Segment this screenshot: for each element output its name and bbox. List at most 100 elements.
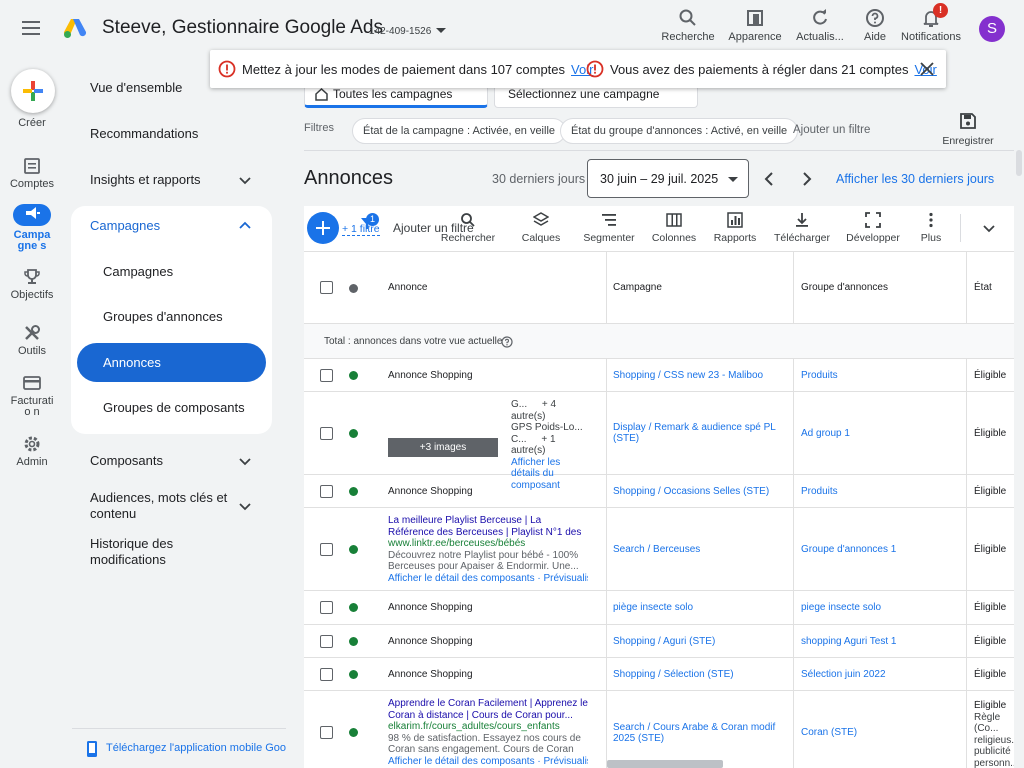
ad-headline[interactable]: Apprendre le Coran Facilement | Apprenez…	[388, 698, 588, 721]
account-dropdown-icon[interactable]	[436, 28, 446, 34]
scrollbar-thumb[interactable]	[1016, 150, 1022, 176]
toolbar-layers-button[interactable]: Calques	[510, 212, 572, 244]
col-header-ad-group[interactable]: Groupe d'annonces	[801, 252, 888, 323]
table-row[interactable]: Annonce Shopping Shopping / CSS new 23 -…	[304, 359, 1014, 392]
col-header-ad[interactable]: Annonce	[388, 252, 427, 323]
row-checkbox[interactable]	[320, 543, 333, 556]
toolbar-segment-button[interactable]: Segmenter	[578, 212, 640, 244]
ad-group-link[interactable]: piege insecte solo	[801, 591, 881, 624]
notifications-button[interactable]: Notifications !	[899, 3, 963, 43]
rail-item-campaigns[interactable]: Campagne s	[0, 204, 64, 252]
table-row[interactable]: La meilleure Playlist Berceuse | La Réfé…	[304, 508, 1014, 591]
expand-icon	[865, 212, 881, 228]
rail-item-goals[interactable]: Objectifs	[0, 268, 64, 301]
row-checkbox[interactable]	[320, 369, 333, 382]
save-button[interactable]: Enregistrer	[936, 112, 1000, 147]
chevron-down-icon[interactable]	[236, 497, 254, 515]
campaign-link[interactable]: piège insecte solo	[613, 591, 693, 624]
table-row[interactable]: Annonce Shopping Shopping / Sélection (S…	[304, 658, 1014, 691]
toolbar-search-button[interactable]: Rechercher	[437, 212, 499, 244]
nav-history[interactable]: Historique des modifications	[90, 536, 210, 568]
nav-recommendations[interactable]: Recommandations	[90, 126, 198, 142]
row-checkbox[interactable]	[320, 427, 333, 440]
chevron-down-icon[interactable]	[236, 452, 254, 470]
nav-audiences[interactable]: Audiences, mots clés et contenu	[90, 490, 230, 522]
toolbar-reports-button[interactable]: Rapports	[704, 212, 766, 244]
toolbar-more-button[interactable]: Plus	[906, 212, 956, 244]
table-row[interactable]: Annonce Shopping Shopping / Aguri (STE) …	[304, 625, 1014, 658]
chevron-down-icon[interactable]	[236, 171, 254, 189]
google-ads-logo-icon[interactable]	[63, 17, 87, 39]
rail-item-tools[interactable]: Outils	[0, 324, 64, 357]
date-range-picker[interactable]: 30 juin – 29 juil. 2025	[587, 159, 749, 198]
ad-group-link[interactable]: Groupe d'annonces 1	[801, 508, 896, 590]
chevron-right-icon[interactable]	[800, 171, 814, 187]
status-policy-note[interactable]: Règle (Co... religieus... publicité pers…	[974, 712, 1014, 768]
select-all-checkbox[interactable]	[320, 281, 333, 294]
menu-icon[interactable]	[22, 20, 42, 36]
mobile-app-link[interactable]: Téléchargez l'application mobile Google	[106, 742, 286, 754]
table-row[interactable]: Annonce Shopping Shopping / Occasions Se…	[304, 475, 1014, 508]
nav-sub-asset-groups[interactable]: Groupes de composants	[103, 400, 245, 416]
nav-insights[interactable]: Insights et rapports	[90, 172, 201, 188]
ad-details-link[interactable]: Afficher le détail des composants · Prév…	[388, 573, 588, 585]
table-row[interactable]: +3 images G... + 4 autre(s) GPS Poids-Lo…	[304, 392, 1014, 491]
ad-details-link[interactable]: Afficher le détail des composants · Prév…	[388, 756, 588, 768]
campaign-link[interactable]: Search / Berceuses	[613, 508, 700, 590]
close-icon[interactable]	[920, 62, 934, 76]
campaign-link[interactable]: Shopping / Aguri (STE)	[613, 625, 715, 657]
ad-group-link[interactable]: Produits	[801, 475, 838, 507]
create-button[interactable]	[11, 69, 55, 113]
ad-group-link[interactable]: Coran (STE)	[801, 691, 857, 768]
filter-chip-adgroup-status[interactable]: État du groupe d'annonces : Activé, en v…	[560, 118, 799, 144]
nav-sub-campaigns[interactable]: Campagnes	[103, 264, 173, 280]
appearance-button[interactable]: Apparence	[723, 8, 787, 43]
campaign-link[interactable]: Shopping / Sélection (STE)	[613, 658, 734, 690]
toolbar-columns-button[interactable]: Colonnes	[643, 212, 705, 244]
account-title[interactable]: Steeve, Gestionnaire Google Ads	[102, 17, 383, 39]
add-ad-button[interactable]	[307, 212, 339, 244]
ad-group-link[interactable]: Produits	[801, 359, 838, 391]
chevron-up-icon[interactable]	[236, 217, 254, 235]
campaign-link[interactable]: Shopping / Occasions Selles (STE)	[613, 475, 769, 507]
ad-group-link[interactable]: shopping Aguri Test 1	[801, 625, 896, 657]
chevron-left-icon[interactable]	[762, 171, 776, 187]
col-header-campaign[interactable]: Campagne	[613, 252, 662, 323]
table-row[interactable]: Apprendre le Coran Facilement | Apprenez…	[304, 691, 1014, 768]
col-header-status[interactable]: État	[974, 252, 992, 323]
nav-assets[interactable]: Composants	[90, 453, 163, 469]
image-preview-more[interactable]: +3 images	[388, 438, 498, 457]
campaign-link[interactable]: Shopping / CSS new 23 - Maliboo	[613, 359, 763, 391]
help-icon[interactable]	[501, 336, 513, 348]
row-checkbox[interactable]	[320, 485, 333, 498]
row-checkbox[interactable]	[320, 635, 333, 648]
row-checkbox[interactable]	[320, 726, 333, 739]
rail-item-billing[interactable]: Facturatio n	[0, 374, 64, 418]
search-button[interactable]: Recherche	[656, 8, 720, 43]
filter-chip-campaign-status[interactable]: État de la campagne : Activée, en veille	[352, 118, 567, 144]
horizontal-scrollbar-thumb[interactable]	[607, 760, 723, 768]
nav-overview[interactable]: Vue d'ensemble	[90, 80, 182, 96]
campaign-link[interactable]: Search / Cours Arabe & Coran modif 2025 …	[613, 691, 783, 768]
vertical-scrollbar[interactable]	[1014, 150, 1024, 768]
nav-campaigns-group[interactable]: Campagnes	[90, 218, 160, 234]
row-checkbox[interactable]	[320, 601, 333, 614]
ad-headline[interactable]: La meilleure Playlist Berceuse | La Réfé…	[388, 515, 588, 538]
toolbar-expand-button[interactable]: Développer	[842, 212, 904, 244]
rail-item-accounts[interactable]: Comptes	[0, 157, 64, 190]
ad-group-link[interactable]: Sélection juin 2022	[801, 658, 886, 690]
campaign-link[interactable]: Display / Remark & audience spé PL (STE)	[613, 392, 783, 474]
row-checkbox[interactable]	[320, 668, 333, 681]
avatar[interactable]: S	[979, 16, 1005, 42]
chevron-down-icon[interactable]	[981, 220, 997, 236]
nav-sub-ad-groups[interactable]: Groupes d'annonces	[103, 309, 223, 325]
ad-group-link[interactable]: Ad group 1	[801, 392, 850, 474]
add-filter-link[interactable]: Ajouter un filtre	[793, 124, 870, 136]
toolbar-download-button[interactable]: Télécharger	[770, 212, 834, 244]
nav-sub-ads[interactable]: Annonces	[103, 355, 161, 371]
help-button[interactable]: Aide	[843, 8, 907, 43]
table-row[interactable]: Annonce Shopping piège insecte solo pieg…	[304, 591, 1014, 625]
rail-item-admin[interactable]: Admin	[0, 435, 64, 468]
show-last-30-days-link[interactable]: Afficher les 30 derniers jours	[836, 172, 994, 186]
active-filter-link[interactable]: + 1 filtre	[342, 223, 380, 236]
